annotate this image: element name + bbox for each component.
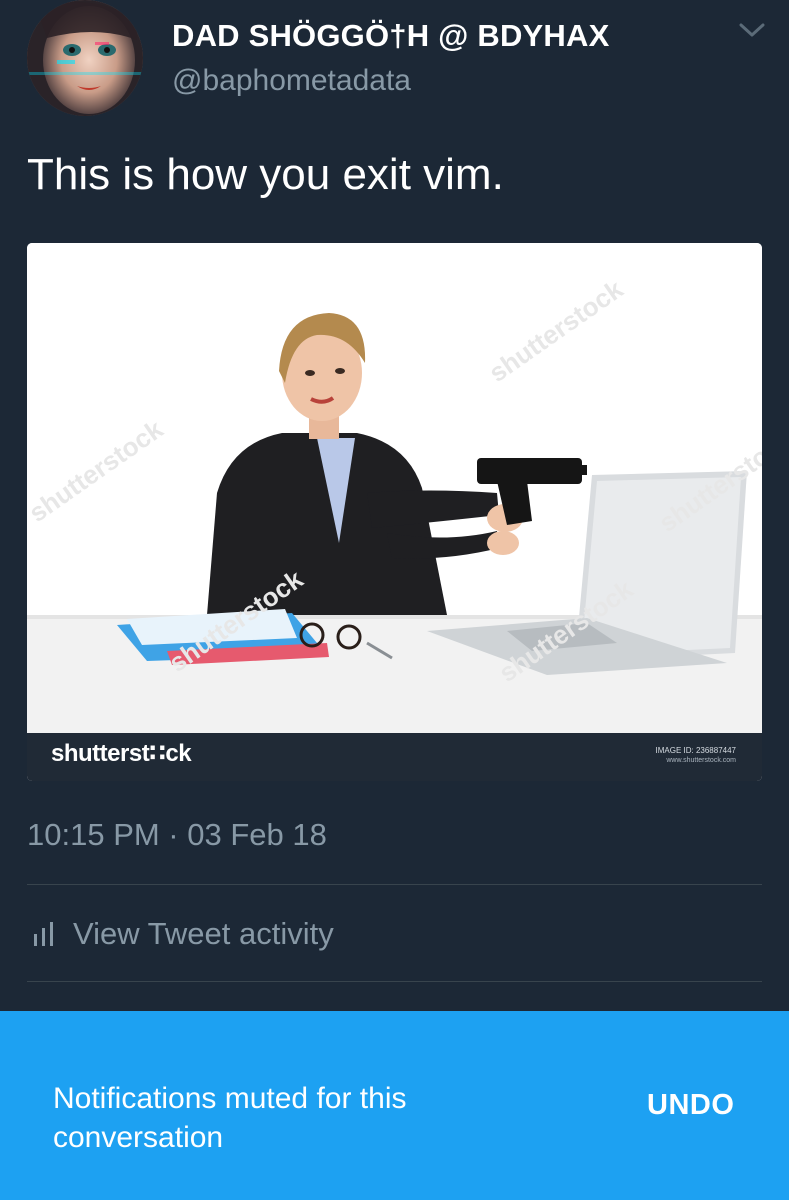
tweet-timestamp: 10:15 PM · 03 Feb 18 — [27, 817, 327, 852]
avatar-image — [27, 0, 143, 116]
image-id: IMAGE ID: 236887447 — [655, 746, 737, 755]
stock-info-bar: shutterst∷ck IMAGE ID: 236887447 www.shu… — [27, 733, 762, 781]
view-tweet-activity-label: View Tweet activity — [73, 916, 334, 951]
tweet-text: This is how you exit vim. — [27, 150, 504, 199]
bar-chart-icon — [34, 922, 53, 946]
divider — [27, 981, 762, 982]
stock-url: www.shutterstock.com — [666, 757, 736, 764]
display-name[interactable]: DAD SHÖGGÖ†H @ BDYHAX — [172, 18, 609, 54]
tweet-detail-screen: DAD SHÖGGÖ†H @ BDYHAX @baphometadata Thi… — [0, 0, 789, 1200]
undo-button[interactable]: UNDO — [647, 1089, 734, 1122]
snackbar: Notifications muted for this conversatio… — [0, 1011, 789, 1200]
snackbar-message: Notifications muted for this conversatio… — [53, 1082, 407, 1154]
chevron-down-icon[interactable] — [738, 20, 766, 40]
stock-logo: shutterst∷ck — [51, 740, 192, 767]
user-handle[interactable]: @baphometadata — [172, 64, 411, 98]
avatar[interactable] — [27, 0, 143, 116]
divider — [27, 884, 762, 885]
view-tweet-activity-button[interactable]: View Tweet activity — [27, 912, 334, 956]
tweet-media[interactable]: shutterstock shutterstock shutterstock s… — [27, 243, 762, 781]
stock-photo: shutterstock shutterstock shutterstock s… — [27, 243, 762, 733]
